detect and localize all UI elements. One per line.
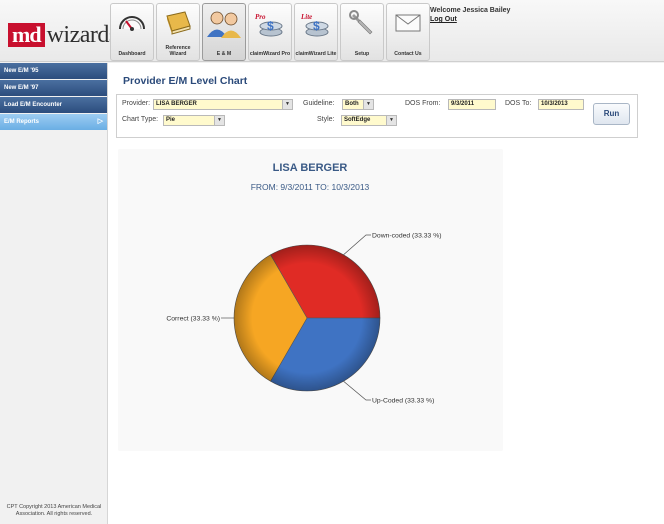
pie-slice-label: Correct (33.33 %) xyxy=(166,316,220,323)
chart-type-select[interactable]: Pie ▼ xyxy=(163,115,225,126)
page-title: Provider E/M Level Chart xyxy=(123,75,248,87)
toolbar-reference-wizard-button[interactable]: Reference Wizard xyxy=(156,3,200,61)
run-button[interactable]: Run xyxy=(593,103,630,125)
svg-text:Lite: Lite xyxy=(300,13,312,21)
logout-link[interactable]: Log Out xyxy=(430,16,457,23)
main-content: Provider E/M Level Chart Provider: LISA … xyxy=(108,63,664,524)
header: md wizards Dashboard Reference Wizard E … xyxy=(0,0,664,62)
toolbar-setup-button[interactable]: Setup xyxy=(340,3,384,61)
style-select[interactable]: SoftEdge ▼ xyxy=(341,115,397,126)
chevron-down-icon: ▼ xyxy=(363,100,373,109)
logo-md: md xyxy=(8,23,45,47)
pie-leader-line xyxy=(343,380,371,401)
filter-panel: Provider: LISA BERGER ▼ Guideline: Both … xyxy=(116,94,638,138)
toolbar-claimwizard-lite-button[interactable]: $ Lite claimWizard Lite xyxy=(294,3,338,61)
book-icon xyxy=(166,11,191,35)
sidebar-item-load-em-encounter[interactable]: Load E/M Encounter xyxy=(0,97,107,113)
guideline-label: Guideline: xyxy=(303,100,335,107)
pie-slice-label: Up-Coded (33.33 %) xyxy=(372,398,434,405)
toolbar-claimwizard-lite-label: claimWizard Lite xyxy=(295,51,337,57)
claimwizard-lite-icon: $ Lite xyxy=(300,13,329,37)
toolbar-em-button[interactable]: E & M xyxy=(202,3,246,61)
chart-panel: LISA BERGER FROM: 9/3/2011 TO: 10/3/2013… xyxy=(118,149,503,451)
wrench-icon xyxy=(349,10,373,35)
pie-leader-line xyxy=(343,234,371,256)
guideline-value: Both xyxy=(345,101,359,107)
envelope-icon xyxy=(395,14,421,32)
toolbar-em-label: E & M xyxy=(216,51,232,57)
style-label: Style: xyxy=(317,116,335,123)
chevron-down-icon: ▼ xyxy=(214,116,224,125)
chart-type-value: Pie xyxy=(166,117,176,123)
sidebar: New E/M '95 New E/M '97 Load E/M Encount… xyxy=(0,63,108,524)
sidebar-item-em-reports[interactable]: E/M Reports ▷ xyxy=(0,114,107,130)
dos-to-label: DOS To: xyxy=(505,100,532,107)
provider-select[interactable]: LISA BERGER ▼ xyxy=(153,99,293,110)
toolbar-contact-us-label: Contact Us xyxy=(394,51,422,57)
chevron-down-icon: ▼ xyxy=(282,100,292,109)
claimwizard-pro-icon: $ Pro xyxy=(255,13,283,37)
users-icon xyxy=(207,11,241,38)
toolbar: Dashboard Reference Wizard E & M $ Pro c… xyxy=(110,3,432,63)
sidebar-item-new-em-95[interactable]: New E/M '95 xyxy=(0,63,107,79)
app-window: md wizards Dashboard Reference Wizard E … xyxy=(0,0,664,524)
sidebar-item-new-em-97[interactable]: New E/M '97 xyxy=(0,80,107,96)
provider-label: Provider: xyxy=(122,100,151,107)
speedometer-icon xyxy=(119,16,145,31)
toolbar-contact-us-button[interactable]: Contact Us xyxy=(386,3,430,61)
sidebar-item-label: New E/M '97 xyxy=(4,85,39,91)
sidebar-item-label: Load E/M Encounter xyxy=(4,102,63,108)
triangle-right-icon: ▷ xyxy=(97,118,103,125)
logo-wizards: wizards xyxy=(46,22,119,48)
style-value: SoftEdge xyxy=(344,117,371,123)
toolbar-setup-label: Setup xyxy=(354,51,370,57)
pie-slice-label: Down-coded (33.33 %) xyxy=(372,233,442,240)
sidebar-item-label: New E/M '95 xyxy=(4,68,39,74)
chart-title: LISA BERGER xyxy=(273,162,348,174)
sidebar-item-label: E/M Reports xyxy=(4,119,40,125)
svg-text:Pro: Pro xyxy=(255,13,266,21)
welcome-text: Welcome Jessica Bailey xyxy=(430,7,511,14)
toolbar-dashboard-label: Dashboard xyxy=(118,51,146,57)
dos-from-input[interactable]: 9/3/2011 xyxy=(448,99,496,110)
toolbar-claimwizard-pro-button[interactable]: $ Pro claimWizard Pro xyxy=(248,3,292,61)
copyright-text: CPT Copyright 2013 American Medical Asso… xyxy=(6,504,102,517)
dos-to-input[interactable]: 10/3/2013 xyxy=(538,99,584,110)
chevron-down-icon: ▼ xyxy=(386,116,396,125)
toolbar-dashboard-button[interactable]: Dashboard xyxy=(110,3,154,61)
provider-value: LISA BERGER xyxy=(156,101,197,107)
svg-text:$: $ xyxy=(313,19,320,33)
logo[interactable]: md wizards xyxy=(8,22,118,48)
guideline-select[interactable]: Both ▼ xyxy=(342,99,374,110)
toolbar-reference-wizard-label: Reference Wizard xyxy=(165,45,191,57)
toolbar-claimwizard-pro-label: claimWizard Pro xyxy=(249,51,291,57)
chart-type-label: Chart Type: xyxy=(122,116,159,123)
svg-text:$: $ xyxy=(267,19,274,33)
pie-chart: LISA BERGER FROM: 9/3/2011 TO: 10/3/2013… xyxy=(166,162,442,405)
chart-subtitle: FROM: 9/3/2011 TO: 10/3/2013 xyxy=(251,182,370,192)
dos-from-label: DOS From: xyxy=(405,100,441,107)
pie-edge-shading xyxy=(234,245,380,391)
